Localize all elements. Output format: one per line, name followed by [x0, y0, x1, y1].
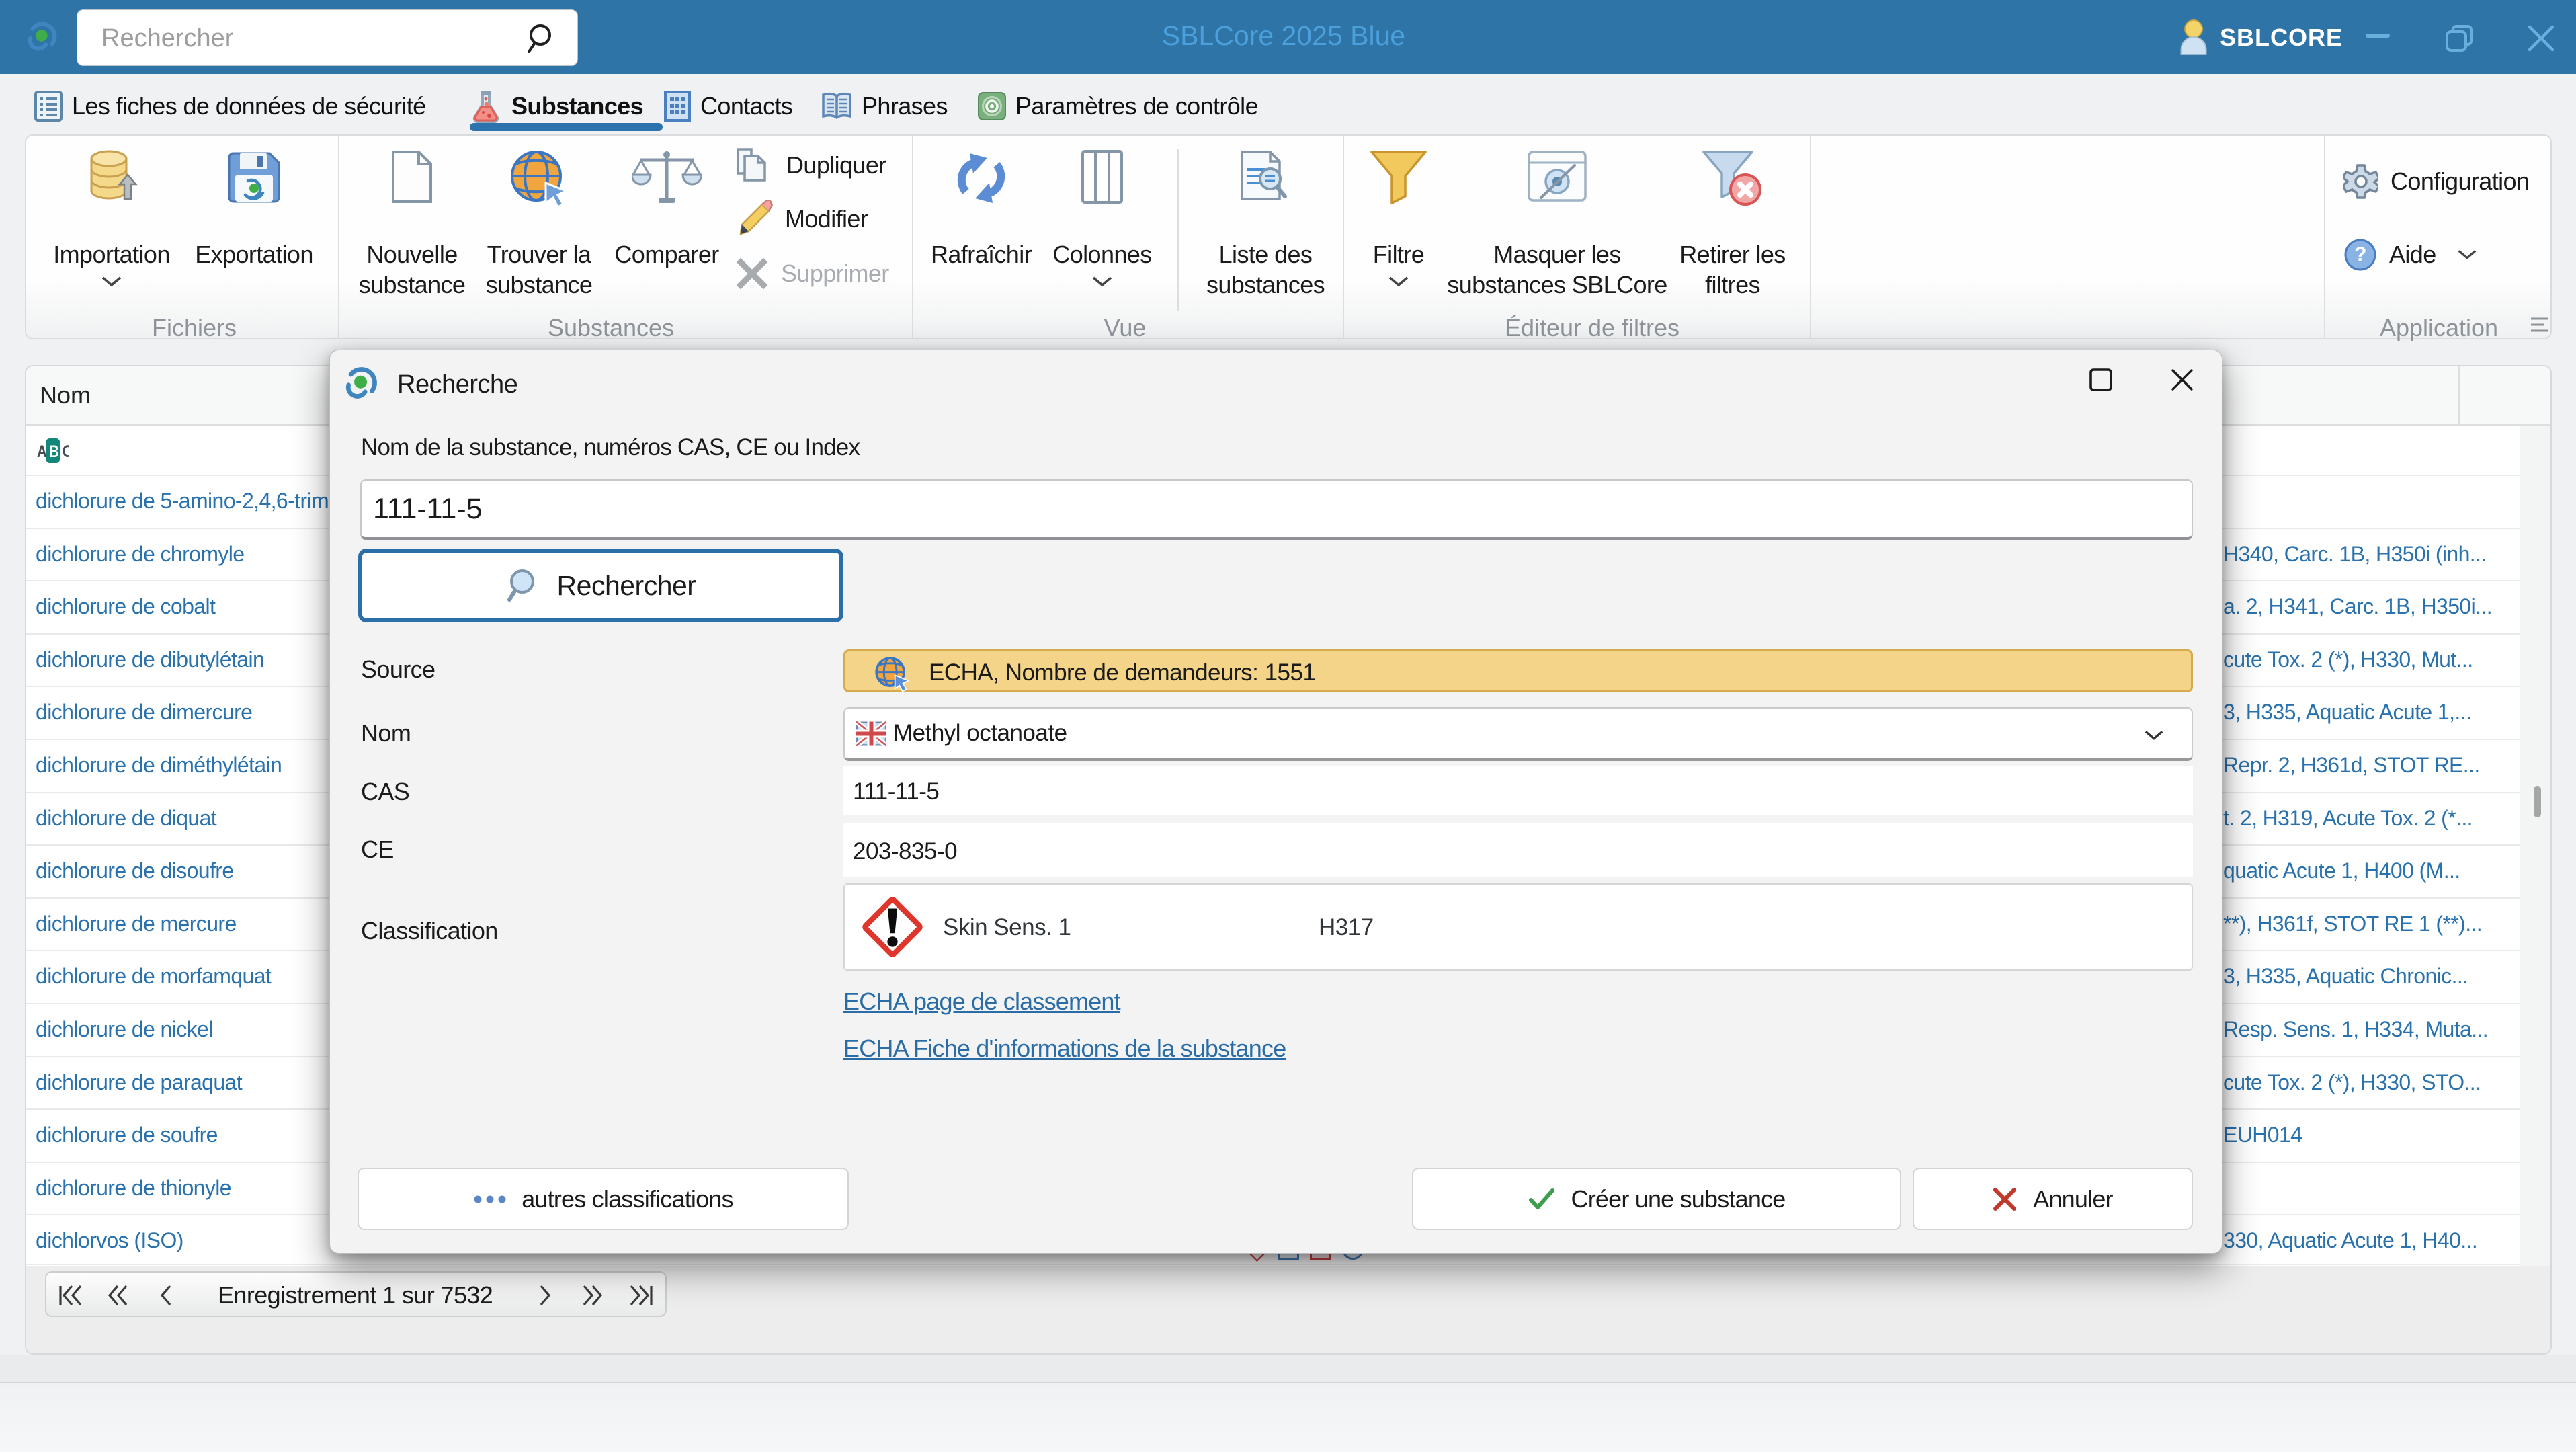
svg-text:C: C: [63, 442, 69, 460]
svg-text:A: A: [37, 442, 47, 460]
svg-text:B: B: [49, 442, 59, 460]
svg-text:?: ?: [2354, 243, 2366, 266]
